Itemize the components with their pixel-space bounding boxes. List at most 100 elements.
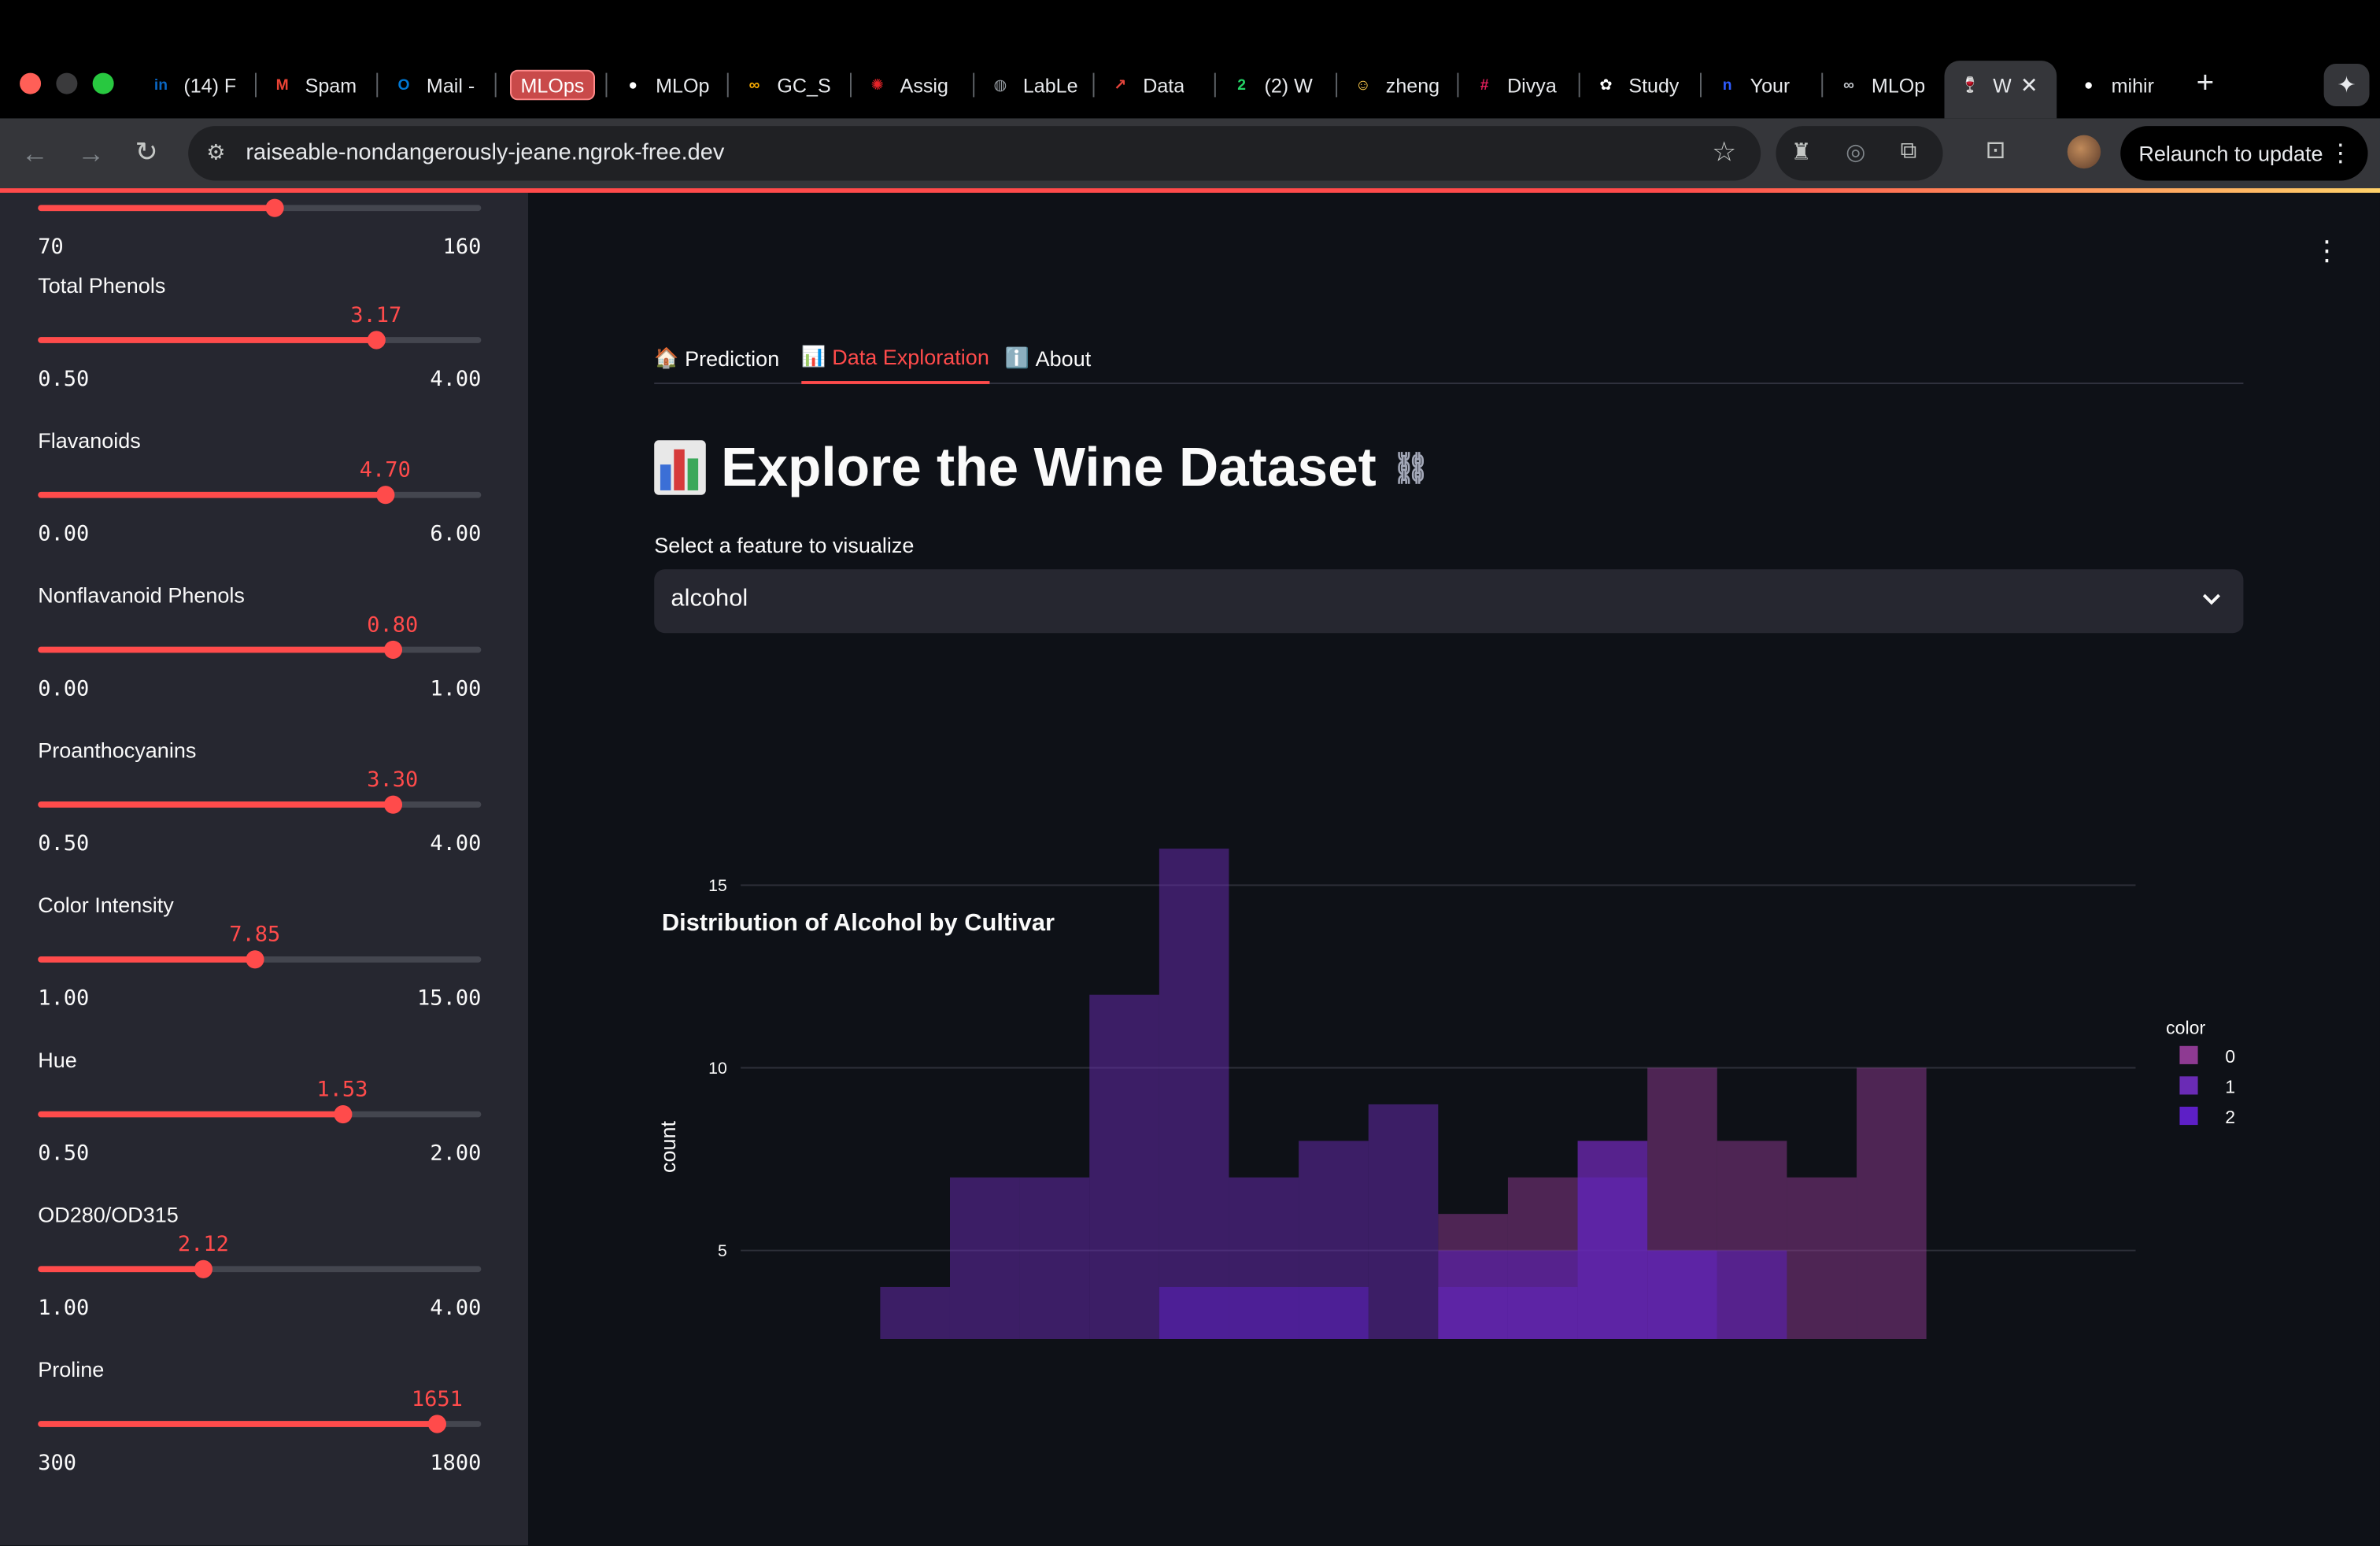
browser-tab[interactable]: M Spam bbox=[270, 65, 357, 105]
relaunch-to-update-button[interactable]: Relaunch to update ⋮ bbox=[2120, 126, 2368, 181]
histogram-bar[interactable] bbox=[1787, 1177, 1857, 1433]
tab-separator bbox=[1578, 72, 1580, 98]
histogram-bar[interactable] bbox=[1299, 1286, 1369, 1433]
select-label: Select a feature to visualize bbox=[654, 532, 915, 557]
histogram-bar[interactable] bbox=[880, 1286, 950, 1433]
slider-fill bbox=[38, 1111, 342, 1118]
new-tab-plus-icon[interactable]: + bbox=[2197, 68, 2215, 99]
histogram-bar[interactable] bbox=[1857, 1067, 1927, 1433]
browser-tab[interactable]: # Divya bbox=[1473, 65, 1557, 105]
slider-thumb[interactable] bbox=[333, 1104, 352, 1124]
browser-tab[interactable]: in (14) F bbox=[149, 65, 236, 105]
tab-data-exploration[interactable]: 📊 Data Exploration bbox=[801, 332, 989, 384]
browser-tab[interactable]: ● mihir bbox=[2076, 65, 2154, 105]
browser-tab[interactable]: ↗ Data bbox=[1108, 65, 1184, 105]
more-vertical-icon[interactable]: ⋮ bbox=[2328, 138, 2352, 168]
browser-tab[interactable]: ∞ MLOp bbox=[1837, 65, 1925, 105]
browser-tab[interactable]: 2 (2) W bbox=[1229, 65, 1313, 105]
browser-tab-label: (14) F bbox=[183, 73, 237, 97]
y-tick-label: 15 bbox=[708, 877, 727, 895]
slider-thumb[interactable] bbox=[264, 198, 284, 217]
legend-swatch[interactable] bbox=[2179, 1076, 2198, 1095]
slider-thumb[interactable] bbox=[194, 1259, 213, 1278]
browser-tab[interactable]: ☺ zheng bbox=[1351, 65, 1439, 105]
forward-arrow-icon[interactable]: → bbox=[77, 139, 105, 167]
histogram-bar[interactable] bbox=[1717, 1250, 1787, 1433]
slider-thumb[interactable] bbox=[427, 1415, 446, 1433]
histogram-bar[interactable] bbox=[1577, 1141, 1648, 1433]
legend-label[interactable]: 0 bbox=[2225, 1046, 2235, 1067]
browser-tab[interactable]: ● MLOp bbox=[621, 65, 709, 105]
tab-separator bbox=[1336, 72, 1338, 98]
legend-swatch[interactable] bbox=[2179, 1106, 2198, 1126]
browser-tab[interactable]: MLOps bbox=[509, 69, 595, 101]
histogram-bar[interactable] bbox=[1507, 1250, 1578, 1433]
gmail-icon: M bbox=[275, 76, 289, 94]
close-window-button[interactable] bbox=[20, 72, 42, 94]
main-content: ⋮ 🏠 Prediction 📊 Data Exploration ℹ️ Abo… bbox=[528, 192, 2380, 1546]
url-text[interactable]: raiseable-nondangerously-jeane.ngrok-fre… bbox=[246, 139, 724, 165]
close-tab-icon[interactable]: ✕ bbox=[2020, 65, 2038, 105]
slider-thumb[interactable] bbox=[246, 950, 264, 969]
tab-about[interactable]: ℹ️ About bbox=[1005, 332, 1092, 384]
minimize-window-button[interactable] bbox=[56, 72, 78, 94]
tab-search-icon[interactable]: ⊡ bbox=[1986, 138, 2006, 165]
extension-icon[interactable]: ♜ bbox=[1791, 138, 1812, 165]
slider-thumb[interactable] bbox=[383, 640, 402, 659]
reload-icon[interactable]: ↻ bbox=[135, 138, 158, 165]
zoom-window-button[interactable] bbox=[92, 72, 114, 94]
slider-max: 4.00 bbox=[430, 1296, 482, 1321]
slider-min: 0.50 bbox=[38, 831, 90, 856]
slider-min: 1.00 bbox=[38, 1296, 90, 1321]
tab-separator bbox=[1092, 72, 1095, 98]
slider-thumb[interactable] bbox=[375, 486, 394, 505]
browser-tab[interactable]: n Your bbox=[1715, 65, 1791, 105]
histogram-svg: Distribution of Alcohol by Cultivar 0 5 10 1… bbox=[656, 849, 2235, 1511]
slider-fill bbox=[38, 646, 393, 653]
histogram-bar[interactable] bbox=[1089, 994, 1159, 1433]
histogram-bar[interactable] bbox=[949, 1177, 1020, 1433]
tab-separator bbox=[726, 72, 729, 98]
browser-tab[interactable]: O Mail - bbox=[392, 65, 475, 105]
histogram-bar[interactable] bbox=[1159, 1286, 1229, 1433]
legend-label[interactable]: 1 bbox=[2225, 1077, 2235, 1097]
feature-select[interactable]: alcohol bbox=[654, 569, 2244, 634]
browser-tab[interactable]: 🍷 W bbox=[1958, 65, 2012, 105]
main-menu-icon[interactable]: ⋮ bbox=[2313, 235, 2341, 268]
back-arrow-icon[interactable]: ← bbox=[21, 139, 49, 167]
histogram-bar[interactable] bbox=[1647, 1250, 1717, 1433]
slider-label: Hue bbox=[38, 1047, 77, 1072]
histogram-chart[interactable]: Distribution of Alcohol by Cultivar 0 5 10 1… bbox=[654, 701, 2243, 1511]
histogram-bar[interactable] bbox=[1159, 849, 1229, 1433]
tab-prediction[interactable]: 🏠 Prediction bbox=[654, 332, 779, 384]
y-axis-label: count bbox=[656, 1121, 680, 1174]
histogram-bar[interactable] bbox=[1368, 1104, 1439, 1433]
slider-thumb[interactable] bbox=[367, 331, 386, 350]
slider-thumb[interactable] bbox=[383, 795, 402, 814]
puzzle-extensions-icon[interactable]: ⧉ bbox=[1901, 138, 1917, 164]
tab-separator bbox=[254, 72, 257, 98]
legend-label[interactable]: 2 bbox=[2225, 1107, 2235, 1127]
browser-tab[interactable]: ✺ Assig bbox=[865, 65, 948, 105]
sync-extension-icon[interactable]: ◎ bbox=[1846, 138, 1865, 165]
profile-avatar[interactable] bbox=[2067, 135, 2101, 169]
browser-tab-label: LabLe bbox=[1022, 73, 1078, 97]
y-tick-label: 5 bbox=[718, 1242, 727, 1260]
slack-icon: # bbox=[1480, 76, 1489, 94]
histogram-bar[interactable] bbox=[1229, 1286, 1299, 1433]
browser-tab-label: Mail - bbox=[426, 73, 475, 97]
bookmark-star-icon[interactable]: ☆ bbox=[1712, 137, 1736, 168]
slider-fill bbox=[38, 956, 255, 963]
histogram-bar[interactable] bbox=[1438, 1250, 1508, 1433]
address-bar[interactable]: ⚙ raiseable-nondangerously-jeane.ngrok-f… bbox=[188, 126, 1761, 181]
browser-tab[interactable]: ✿ Study bbox=[1594, 65, 1679, 105]
histogram-bar[interactable] bbox=[1019, 1177, 1090, 1433]
legend-swatch[interactable] bbox=[2179, 1045, 2198, 1064]
link-icon[interactable]: ⛓ bbox=[1391, 449, 1430, 486]
site-settings-icon[interactable]: ⚙ bbox=[206, 139, 225, 165]
browser-tab[interactable]: ◍ LabLe bbox=[988, 65, 1077, 105]
browser-tab-label: MLOps bbox=[520, 73, 585, 97]
browser-tab[interactable]: ∞ GC_S bbox=[742, 65, 831, 105]
wine-icon: 🍷 bbox=[1961, 76, 1980, 94]
gemini-sparkle-icon[interactable]: ✦ bbox=[2323, 63, 2370, 106]
